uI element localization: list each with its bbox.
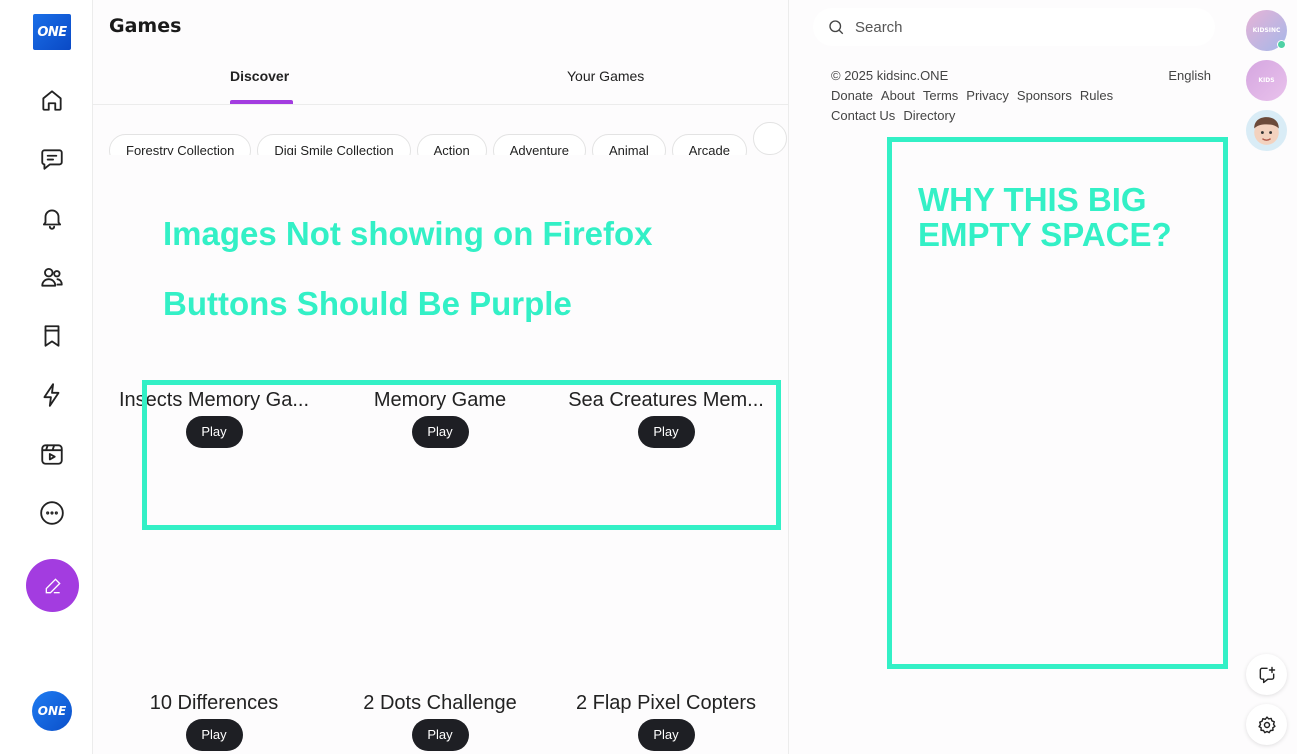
link-directory[interactable]: Directory <box>903 108 955 123</box>
game-card[interactable]: 10 Differences Play <box>101 692 327 751</box>
link-terms[interactable]: Terms <box>923 88 958 103</box>
online-status-dot <box>1277 40 1286 49</box>
compose-button[interactable] <box>26 559 79 612</box>
tab-bar: Discover Your Games <box>93 58 788 105</box>
link-rules[interactable]: Rules <box>1080 88 1113 103</box>
footer-row-2: Contact Us Directory <box>831 106 1211 126</box>
logo[interactable]: ONE <box>33 14 71 50</box>
chip-action[interactable]: Action <box>416 134 487 155</box>
page-title: Games <box>109 15 182 37</box>
nav-rail: ONE ONE <box>0 0 93 754</box>
chip-forestry-collection[interactable]: Forestry Collection <box>109 134 252 155</box>
play-button[interactable]: Play <box>637 719 695 751</box>
chat-icon[interactable] <box>37 144 67 174</box>
annotation-images-note: Images Not showing on Firefox <box>163 215 653 252</box>
game-title: 10 Differences <box>149 692 279 714</box>
bell-icon[interactable] <box>37 203 67 233</box>
chip-digi-smile-collection[interactable]: Digi Smile Collection <box>257 134 411 155</box>
profile-avatar[interactable]: ONE <box>32 691 72 731</box>
face-icon <box>1254 117 1279 145</box>
link-donate[interactable]: Donate <box>831 88 873 103</box>
chip-arcade[interactable]: Arcade <box>671 134 747 155</box>
annotation-highlight-box <box>142 380 781 530</box>
new-chat-button[interactable] <box>1246 654 1287 695</box>
search-bar[interactable] <box>813 8 1215 46</box>
game-title: 2 Flap Pixel Copters <box>575 692 757 714</box>
category-chips: Forestry Collection Digi Smile Collection… <box>109 122 788 155</box>
home-icon[interactable] <box>37 85 67 115</box>
footer-links: © 2025 kidsinc.ONE English Donate About Te… <box>831 66 1211 126</box>
users-icon[interactable] <box>37 262 67 292</box>
link-sponsors[interactable]: Sponsors <box>1017 88 1072 103</box>
game-card[interactable]: 2 Dots Challenge Play <box>327 692 553 751</box>
tab-discover[interactable]: Discover <box>230 68 289 84</box>
right-sidebar: © 2025 kidsinc.ONE English Donate About Te… <box>789 0 1297 754</box>
copyright-text: © 2025 kidsinc.ONE <box>831 68 949 83</box>
search-input[interactable] <box>855 18 1185 36</box>
video-icon[interactable] <box>37 439 67 469</box>
settings-button[interactable] <box>1246 704 1287 745</box>
chip-adventure[interactable]: Adventure <box>492 134 586 155</box>
pencil-icon <box>45 577 61 593</box>
bookmark-icon[interactable] <box>37 321 67 351</box>
tab-your-games[interactable]: Your Games <box>567 68 644 84</box>
link-contact-us[interactable]: Contact Us <box>831 108 895 123</box>
annotation-space-note: WHY THIS BIG EMPTY SPACE? <box>918 181 1172 253</box>
play-button[interactable]: Play <box>411 719 469 751</box>
search-icon <box>829 20 844 35</box>
link-privacy[interactable]: Privacy <box>966 88 1009 103</box>
game-title: 2 Dots Challenge <box>363 692 517 714</box>
new-chat-icon <box>1259 666 1275 683</box>
chip-more[interactable] <box>752 122 787 155</box>
annotation-buttons-note: Buttons Should Be Purple <box>163 285 572 322</box>
footer-row-1: Donate About Terms Privacy Sponsors Rules <box>831 86 1211 106</box>
chip-animal[interactable]: Animal <box>592 134 666 155</box>
gear-icon <box>1257 715 1276 733</box>
games-panel: Games Discover Your Games Forestry Colle… <box>93 0 789 754</box>
more-icon[interactable] <box>37 498 67 528</box>
user-avatar[interactable] <box>1246 110 1287 151</box>
active-tab-indicator <box>230 100 293 104</box>
kids-avatar[interactable]: KIDS <box>1246 60 1287 101</box>
play-button[interactable]: Play <box>185 719 243 751</box>
lightning-icon[interactable] <box>37 380 67 410</box>
link-about[interactable]: About <box>881 88 915 103</box>
language-selector[interactable]: English <box>1168 66 1211 86</box>
game-card[interactable]: 2 Flap Pixel Copters Play <box>553 692 779 751</box>
